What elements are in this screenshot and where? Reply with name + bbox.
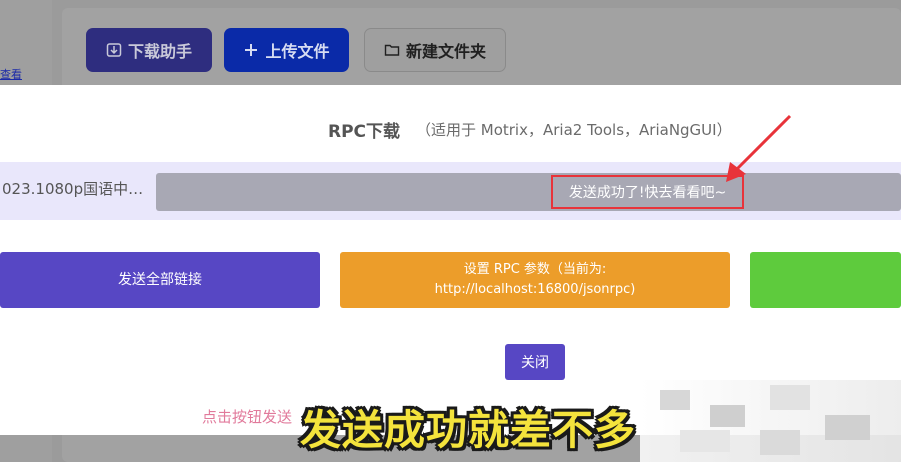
success-toast: 发送成功了!快去看看吧~ [551,175,744,209]
plus-icon [245,44,258,56]
close-button[interactable]: 关闭 [505,344,565,380]
rpc-button-line2: http://localhost:16800/jsonrpc) [434,282,636,297]
new-folder-button[interactable]: 新建文件夹 [364,28,506,72]
download-icon [106,43,122,57]
rpc-button-line1: 设置 RPC 参数（当前为: [463,262,607,277]
background-view-link[interactable]: 查看 [0,66,22,82]
upload-file-label: 上传文件 [265,42,330,61]
hint-text: 点击按钮发送 [202,408,293,426]
set-rpc-params-button[interactable]: 设置 RPC 参数（当前为: http://localhost:16800/js… [340,252,730,308]
send-all-links-button[interactable]: 发送全部链接 [0,252,320,308]
watermark [640,380,901,462]
download-helper-button[interactable]: 下载助手 [86,28,212,72]
folder-icon [384,44,400,56]
red-arrow-icon [726,114,792,182]
green-action-button[interactable] [750,252,901,308]
modal-title: RPC下载 [328,122,401,142]
video-caption: 发送成功就差不多 [300,406,636,454]
download-helper-label: 下载助手 [127,42,192,61]
modal-title-subtitle: （适用于 Motrix，Aria2 Tools，AriaNgGUI） [416,121,732,139]
file-name: 023.1080p国语中… [2,180,144,198]
new-folder-label: 新建文件夹 [405,42,486,61]
upload-file-button[interactable]: 上传文件 [224,28,349,72]
